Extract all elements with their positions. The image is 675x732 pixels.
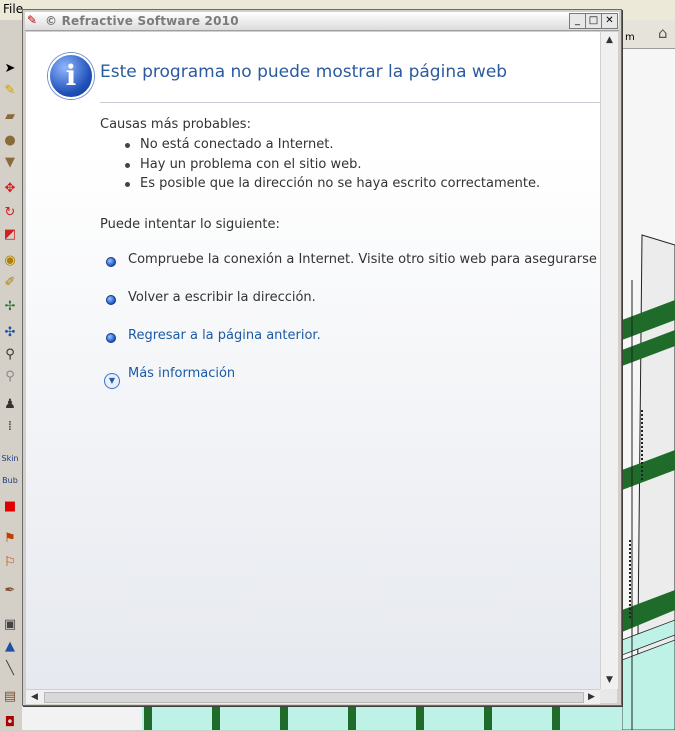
list-bullet <box>125 163 130 168</box>
menu-file[interactable]: File <box>3 2 23 16</box>
divider <box>100 102 600 103</box>
box-icon[interactable]: ▤ <box>1 688 19 706</box>
book-icon[interactable]: ▣ <box>1 616 19 634</box>
host-toolbar-right: m ⌂ <box>622 20 675 49</box>
scroll-down-arrow-icon[interactable]: ▼ <box>604 674 615 686</box>
host-tool-palette: ➤ ✎ ▰ ● ▼ ✥ ↻ ◩ ◉ ✐ ✢ ✣ ⚲ ⚲ ♟ ⁞ Skin Bub… <box>0 20 23 730</box>
action-retype-address: Volver a escribir la dirección. <box>128 290 316 305</box>
more-info-link[interactable]: Más información <box>128 366 235 381</box>
close-button[interactable]: ✕ <box>601 13 618 29</box>
host-3d-viewport[interactable] <box>622 20 675 730</box>
circle-icon[interactable]: ● <box>1 132 19 150</box>
bubble-label: Bub <box>2 476 18 485</box>
line-icon[interactable]: ╲ <box>1 660 19 678</box>
house-icon[interactable]: ⌂ <box>658 24 668 42</box>
building-base-graphic <box>22 705 622 730</box>
horizontal-scroll-thumb[interactable] <box>44 692 584 703</box>
list-bullet <box>125 143 130 148</box>
orbit-icon[interactable]: ✣ <box>1 324 19 342</box>
extra-icon[interactable]: ◘ <box>1 714 19 732</box>
rotate-icon[interactable]: ↻ <box>1 204 19 222</box>
section-icon[interactable]: ⚑ <box>1 530 19 548</box>
horizontal-scrollbar[interactable]: ◀ ▶ <box>26 689 600 704</box>
sandbox-icon[interactable]: ✒ <box>1 582 19 600</box>
pencil-icon[interactable]: ✐ <box>1 274 19 292</box>
scroll-left-arrow-icon[interactable]: ◀ <box>29 691 40 703</box>
maximize-button[interactable]: □ <box>585 13 602 29</box>
cone-icon[interactable]: ▼ <box>1 154 19 172</box>
chevron-down-icon[interactable]: ▼ <box>104 373 120 389</box>
popup-window: ✎ © Refractive Software 2010 _ □ ✕ i Est… <box>22 9 622 706</box>
zoom-icon[interactable]: ⚲ <box>1 346 19 364</box>
footprints-icon[interactable]: ⁞ <box>1 418 19 436</box>
unit-readout: m <box>625 32 635 43</box>
stop-icon[interactable]: ■ <box>1 498 19 516</box>
select-arrow-icon[interactable]: ➤ <box>1 60 19 78</box>
eraser-icon[interactable]: ◩ <box>1 226 19 244</box>
resize-grip[interactable] <box>600 689 617 703</box>
title-bar[interactable]: ✎ © Refractive Software 2010 _ □ ✕ <box>25 12 619 31</box>
skin-label: Skin <box>1 454 19 463</box>
action-check-connection: Compruebe la conexión a Internet. Visite… <box>128 252 600 267</box>
back-link[interactable]: Regresar a la página anterior. <box>128 328 321 343</box>
paint-icon[interactable]: ✎ <box>1 82 19 100</box>
minimize-button[interactable]: _ <box>569 13 586 29</box>
action-bullet-icon <box>106 257 116 267</box>
action-bullet-icon <box>106 295 116 305</box>
window-title: © Refractive Software 2010 <box>45 14 239 28</box>
skin-icon[interactable]: Skin <box>1 450 19 468</box>
scroll-right-arrow-icon[interactable]: ▶ <box>586 691 597 703</box>
move-icon[interactable]: ✥ <box>1 180 19 198</box>
vertical-scrollbar[interactable]: ▲ ▼ <box>600 32 618 689</box>
compass-icon[interactable]: ▲ <box>1 638 19 656</box>
list-bullet <box>125 182 130 187</box>
app-pencil-icon: ✎ <box>27 13 38 27</box>
bubble-icon[interactable]: Bub <box>1 472 19 490</box>
building-model-graphic <box>622 20 675 730</box>
error-page-content: i Este programa no puede mostrar la pági… <box>26 32 600 689</box>
axes-icon[interactable]: ✢ <box>1 298 19 316</box>
host-3d-viewport-bottom <box>22 705 622 730</box>
cause-item: Es posible que la dirección no se haya e… <box>140 176 541 191</box>
causes-label: Causas más probables: <box>100 117 251 132</box>
zoom-window-icon[interactable]: ⚲ <box>1 368 19 386</box>
north-icon[interactable]: ⚐ <box>1 554 19 572</box>
action-bullet-icon <box>106 333 116 343</box>
try-label: Puede intentar lo siguiente: <box>100 217 280 232</box>
rectangle-icon[interactable]: ▰ <box>1 108 19 126</box>
info-icon: i <box>48 53 94 99</box>
cause-item: No está conectado a Internet. <box>140 137 334 152</box>
cause-item: Hay un problema con el sitio web. <box>140 157 362 172</box>
scroll-up-arrow-icon[interactable]: ▲ <box>604 34 615 46</box>
page-title: Este programa no puede mostrar la página… <box>100 62 508 82</box>
walk-icon[interactable]: ♟ <box>1 396 19 414</box>
tape-icon[interactable]: ◉ <box>1 252 19 270</box>
